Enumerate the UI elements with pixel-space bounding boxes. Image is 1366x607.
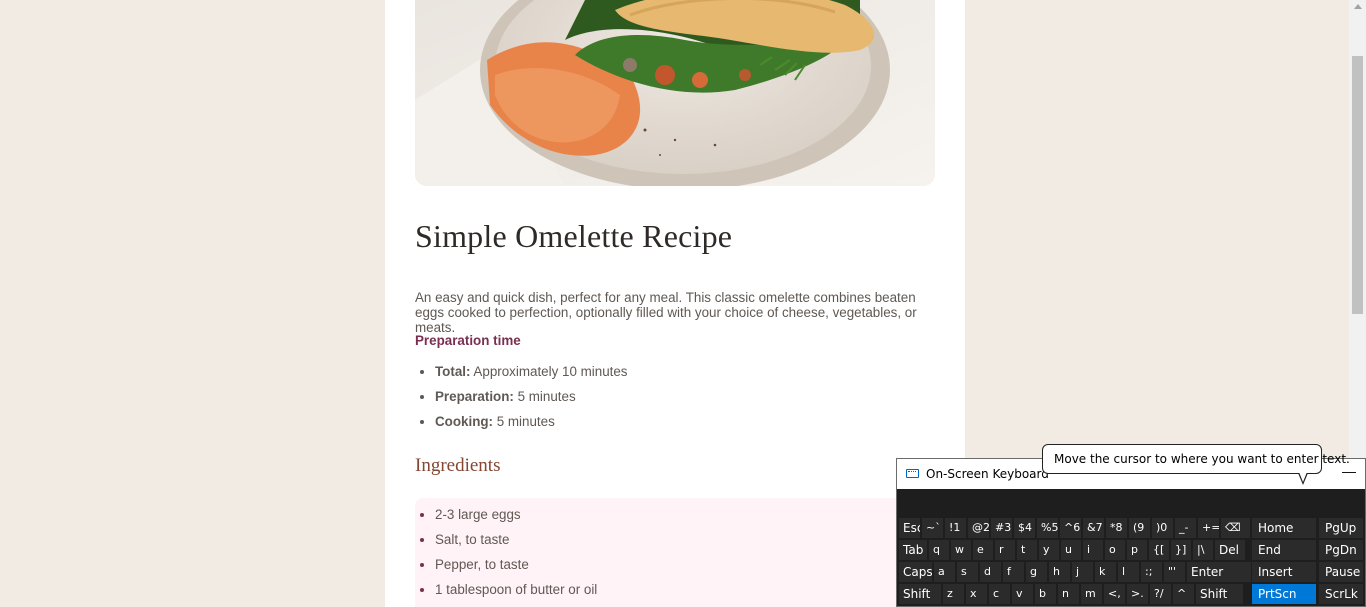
recipe-description: An easy and quick dish, perfect for any …	[415, 290, 917, 335]
key-sym11[interactable]: {[	[1149, 540, 1169, 560]
key-0[interactable]: )0	[1152, 518, 1173, 538]
key-w[interactable]: w	[951, 540, 971, 560]
key-sym8[interactable]: <,	[1104, 584, 1125, 604]
preparation-list: Total: Approximately 10 minutes Preparat…	[415, 362, 628, 437]
recipe-card: Simple Omelette Recipe An easy and quick…	[385, 0, 965, 607]
key-e[interactable]: e	[973, 540, 993, 560]
key-g[interactable]: g	[1026, 562, 1047, 582]
preparation-heading: Preparation time	[415, 333, 521, 348]
tooltip-tail-inner	[1299, 472, 1307, 482]
key-z[interactable]: z	[943, 584, 964, 604]
key-k[interactable]: k	[1095, 562, 1116, 582]
key-scrlk[interactable]: ScrLk	[1319, 584, 1363, 604]
list-item: Cooking: 5 minutes	[435, 412, 628, 437]
on-screen-keyboard-window: On-Screen Keyboard — Esc~`!1@2#3$4%5^6&7…	[896, 458, 1366, 607]
prep-label: Cooking:	[435, 414, 494, 429]
scroll-up-arrow-icon[interactable]	[1354, 4, 1362, 9]
key-m[interactable]: m	[1081, 584, 1102, 604]
key-sym11[interactable]: ^	[1173, 584, 1194, 604]
key-u[interactable]: u	[1061, 540, 1081, 560]
list-item: 1 tablespoon of butter or oil	[435, 580, 597, 605]
key-9[interactable]: (9	[1129, 518, 1150, 538]
key-b[interactable]: b	[1035, 584, 1056, 604]
keyboard-icon	[906, 469, 919, 478]
key-o[interactable]: o	[1105, 540, 1125, 560]
key-2[interactable]: @2	[968, 518, 989, 538]
omelette-plate-image	[415, 0, 935, 186]
key-del[interactable]: Del	[1215, 540, 1245, 560]
key-j[interactable]: j	[1072, 562, 1093, 582]
osk-title: On-Screen Keyboard	[926, 467, 1049, 481]
key-h[interactable]: h	[1049, 562, 1070, 582]
key-a[interactable]: a	[934, 562, 955, 582]
key-insert[interactable]: Insert	[1252, 562, 1316, 582]
key-q[interactable]: q	[929, 540, 949, 560]
prep-value: Approximately 10 minutes	[470, 364, 628, 379]
key-pgdn[interactable]: PgDn	[1319, 540, 1363, 560]
list-item: Pepper, to taste	[435, 555, 597, 580]
key-sym10[interactable]: :;	[1141, 562, 1162, 582]
key-p[interactable]: p	[1127, 540, 1147, 560]
list-item: Salt, to taste	[435, 530, 597, 555]
key-sym10[interactable]: ?/	[1150, 584, 1171, 604]
list-item: Total: Approximately 10 minutes	[435, 362, 628, 387]
prep-label: Total:	[435, 364, 471, 379]
prep-value: 5 minutes	[513, 389, 576, 404]
key-t[interactable]: t	[1017, 540, 1037, 560]
key-n[interactable]: n	[1058, 584, 1079, 604]
key-8[interactable]: *8	[1106, 518, 1127, 538]
scroll-thumb[interactable]	[1352, 56, 1363, 314]
key-esc[interactable]: Esc	[899, 518, 920, 538]
key-d[interactable]: d	[980, 562, 1001, 582]
recipe-title: Simple Omelette Recipe	[415, 218, 733, 254]
key-shift[interactable]: Shift	[899, 584, 941, 604]
key-sym13[interactable]: +=	[1198, 518, 1219, 538]
osk-tooltip: Move the cursor to where you want to ent…	[1042, 444, 1350, 474]
key-6[interactable]: ^6	[1060, 518, 1081, 538]
key-pause[interactable]: Pause	[1319, 562, 1363, 582]
key-sym9[interactable]: >.	[1127, 584, 1148, 604]
key-v[interactable]: v	[1012, 584, 1033, 604]
key-caps[interactable]: Caps	[899, 562, 932, 582]
key-i[interactable]: i	[1083, 540, 1103, 560]
key-sym12[interactable]: }]	[1171, 540, 1191, 560]
key-f[interactable]: f	[1003, 562, 1024, 582]
key-enter[interactable]: Enter	[1187, 562, 1251, 582]
key-sym14[interactable]: ⌫	[1221, 518, 1250, 538]
key-shift[interactable]: Shift	[1196, 584, 1243, 604]
key-sym13[interactable]: |\	[1193, 540, 1213, 560]
key-sym11[interactable]: "'	[1164, 562, 1185, 582]
key-r[interactable]: r	[995, 540, 1015, 560]
key-x[interactable]: x	[966, 584, 987, 604]
key-tab[interactable]: Tab	[899, 540, 927, 560]
key-prtscn[interactable]: PrtScn	[1252, 584, 1316, 604]
key-home[interactable]: Home	[1252, 518, 1316, 538]
key-end[interactable]: End	[1252, 540, 1316, 560]
ingredients-heading: Ingredients	[415, 455, 501, 476]
key-c[interactable]: c	[989, 584, 1010, 604]
key-y[interactable]: y	[1039, 540, 1059, 560]
key-1[interactable]: !1	[945, 518, 966, 538]
prep-label: Preparation:	[435, 389, 514, 404]
key-sym12[interactable]: _-	[1175, 518, 1196, 538]
key-pgup[interactable]: PgUp	[1319, 518, 1363, 538]
osk-keys: Esc~`!1@2#3$4%5^6&7*8(9)0_-+=⌫HomePgUp Ta…	[897, 512, 1365, 606]
ingredients-list: 2-3 large eggs Salt, to taste Pepper, to…	[415, 505, 597, 605]
prep-value: 5 minutes	[493, 414, 555, 429]
key-s[interactable]: s	[957, 562, 978, 582]
key-3[interactable]: #3	[991, 518, 1012, 538]
key-5[interactable]: %5	[1037, 518, 1058, 538]
key-l[interactable]: l	[1118, 562, 1139, 582]
list-item: Preparation: 5 minutes	[435, 387, 628, 412]
key-4[interactable]: $4	[1014, 518, 1035, 538]
key-sym1[interactable]: ~`	[922, 518, 943, 538]
list-item: 2-3 large eggs	[435, 505, 597, 530]
key-7[interactable]: &7	[1083, 518, 1104, 538]
